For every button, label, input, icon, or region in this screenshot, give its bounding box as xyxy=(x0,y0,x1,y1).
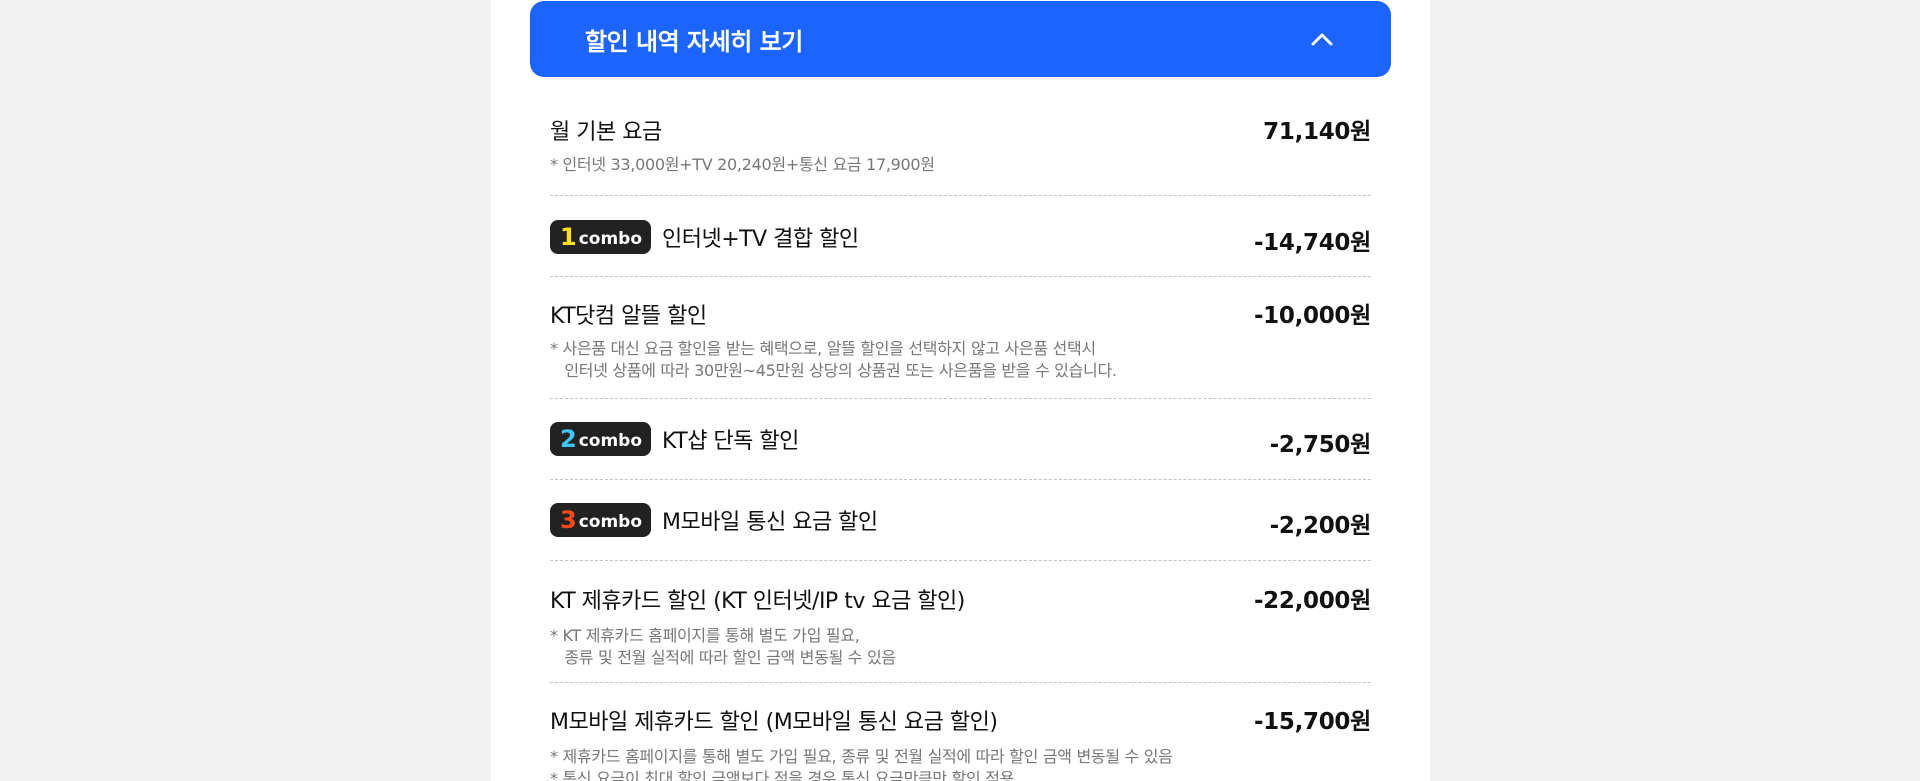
discount-details-title: 할인 내역 자세히 보기 xyxy=(585,27,803,56)
item-title: M모바일 통신 요금 할인 xyxy=(662,510,878,535)
item-title: KT 제휴카드 할인 (KT 인터넷/IP tv 요금 할인) xyxy=(550,589,965,614)
list-item-combo-1: 1 combo 인터넷+TV 결합 할인 -14,740원 xyxy=(550,196,1371,277)
discount-panel: 할인 내역 자세히 보기 월 기본 요금 * 인터넷 33,000원+TV 20… xyxy=(491,0,1430,781)
item-title: 월 기본 요금 xyxy=(550,120,662,145)
combo-number: 3 xyxy=(560,506,577,534)
list-item-kt-saving: KT닷컴 알뜰 할인 * 사은품 대신 요금 할인을 받는 혜택으로, 알뜰 할… xyxy=(550,277,1371,399)
item-amount: -10,000원 xyxy=(1253,303,1371,329)
item-amount: -15,700원 xyxy=(1253,709,1371,735)
item-note: * KT 제휴카드 홈페이지를 통해 별도 가입 필요, 종류 및 전월 실적에… xyxy=(550,626,896,667)
item-note: * 제휴카드 홈페이지를 통해 별도 가입 필요, 종류 및 전월 실적에 따라… xyxy=(550,747,1173,781)
list-item-kt-card: KT 제휴카드 할인 (KT 인터넷/IP tv 요금 할인) * KT 제휴카… xyxy=(550,561,1371,683)
discount-details-toggle[interactable]: 할인 내역 자세히 보기 xyxy=(530,1,1391,77)
combo-badge: 3 combo xyxy=(550,503,652,537)
list-item-combo-2: 2 combo KT샵 단독 할인 -2,750원 xyxy=(550,399,1371,480)
item-title: M모바일 제휴카드 할인 (M모바일 통신 요금 할인) xyxy=(550,710,998,735)
item-amount: -14,740원 xyxy=(1253,230,1371,256)
combo-label: combo xyxy=(578,512,643,532)
list-item-base-fee: 월 기본 요금 * 인터넷 33,000원+TV 20,240원+통신 요금 1… xyxy=(550,77,1371,196)
item-amount: -2,750원 xyxy=(1269,432,1372,458)
item-note: * 사은품 대신 요금 할인을 받는 혜택으로, 알뜰 할인을 선택하지 않고 … xyxy=(550,339,1117,380)
combo-label: combo xyxy=(578,431,643,451)
combo-badge: 1 combo xyxy=(550,220,652,254)
item-amount: -2,200원 xyxy=(1269,513,1372,539)
discount-list: 월 기본 요금 * 인터넷 33,000원+TV 20,240원+통신 요금 1… xyxy=(550,77,1371,781)
item-title: 인터넷+TV 결합 할인 xyxy=(662,227,859,252)
chevron-up-icon[interactable] xyxy=(1308,25,1336,53)
item-note: * 인터넷 33,000원+TV 20,240원+통신 요금 17,900원 xyxy=(550,155,935,174)
item-title: KT샵 단독 할인 xyxy=(662,429,799,454)
combo-number: 2 xyxy=(560,425,577,453)
list-item-combo-3: 3 combo M모바일 통신 요금 할인 -2,200원 xyxy=(550,480,1371,561)
combo-label: combo xyxy=(578,229,643,249)
item-title: KT닷컴 알뜰 할인 xyxy=(550,304,707,329)
item-amount: 71,140원 xyxy=(1263,119,1371,145)
list-item-mmobile-card: M모바일 제휴카드 할인 (M모바일 통신 요금 할인) * 제휴카드 홈페이지… xyxy=(550,683,1371,781)
combo-number: 1 xyxy=(560,223,577,251)
item-amount: -22,000원 xyxy=(1253,588,1371,614)
combo-badge: 2 combo xyxy=(550,422,652,456)
